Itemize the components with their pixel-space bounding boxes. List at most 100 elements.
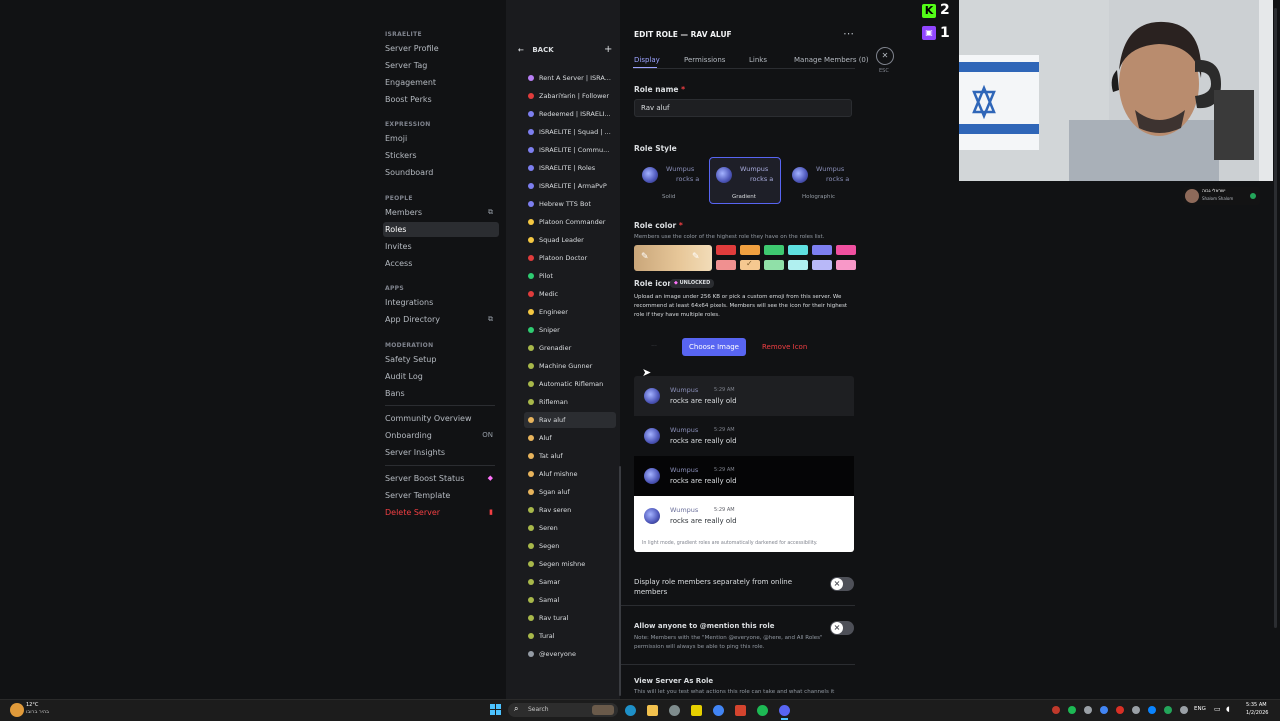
tray-icon[interactable]	[1116, 706, 1124, 714]
sidebar-item-server-boost-status[interactable]: Server Boost Status ◆	[385, 471, 497, 486]
edge-icon[interactable]	[625, 705, 636, 716]
role-item[interactable]: ZabariYarin | Follower	[528, 88, 614, 104]
role-item[interactable]: Sgan aluf	[528, 484, 614, 500]
tray-icon[interactable]	[1148, 706, 1156, 714]
tab-display[interactable]: Display	[634, 56, 660, 64]
color-swatch[interactable]	[764, 245, 784, 255]
tray-spotify-icon[interactable]	[1068, 706, 1076, 714]
role-item[interactable]: Rent A Server | ISRA...	[528, 70, 614, 86]
sidebar-item-app-directory[interactable]: App Directory ⧉	[385, 312, 497, 327]
app-icon-red[interactable]	[735, 705, 746, 716]
sidebar-item-access[interactable]: Access	[385, 256, 497, 271]
clock-date[interactable]: 1/2/2026	[1246, 710, 1268, 716]
custom-color-picker[interactable]: ✎ ✎	[634, 245, 712, 271]
role-item[interactable]: Pilot	[528, 268, 614, 284]
language-indicator[interactable]: ENG	[1194, 706, 1206, 712]
color-swatch[interactable]	[836, 245, 856, 255]
style-option-gradient[interactable]: Wumpus rocks a Gradient	[709, 157, 781, 204]
close-icon[interactable]: ✕	[876, 47, 894, 65]
more-options-icon[interactable]: ⋯	[843, 27, 854, 40]
color-swatch[interactable]	[788, 260, 808, 270]
tab-manage-members[interactable]: Manage Members (0)	[794, 56, 869, 64]
volume-icon[interactable]: ◖	[1226, 705, 1230, 713]
sidebar-item-server-template[interactable]: Server Template	[385, 488, 497, 503]
style-option-solid[interactable]: Wumpus rocks a Solid	[636, 158, 706, 203]
role-item[interactable]: Squad Leader	[528, 232, 614, 248]
sidebar-item-roles[interactable]: Roles	[383, 222, 499, 237]
role-item[interactable]: Samal	[528, 592, 614, 608]
display-separately-toggle[interactable]: ×	[830, 577, 854, 591]
role-item[interactable]: Grenadier	[528, 340, 614, 356]
role-item[interactable]: Redeemed | ISRAELI...	[528, 106, 614, 122]
role-item[interactable]: Medic	[528, 286, 614, 302]
role-item[interactable]: Automatic Rifleman	[528, 376, 614, 392]
sidebar-item-onboarding[interactable]: Onboarding ON	[385, 428, 497, 443]
role-item[interactable]: @everyone	[528, 646, 614, 662]
app-icon[interactable]	[691, 705, 702, 716]
role-item[interactable]: Rav tural	[528, 610, 614, 626]
role-name-input[interactable]	[634, 99, 852, 117]
role-item[interactable]: Engineer	[528, 304, 614, 320]
sidebar-item-integrations[interactable]: Integrations	[385, 295, 497, 310]
role-item[interactable]: Rav seren	[528, 502, 614, 518]
color-swatch[interactable]	[716, 260, 736, 270]
style-option-holographic[interactable]: Wumpus rocks a Holographic	[786, 158, 856, 203]
settings-icon[interactable]	[669, 705, 680, 716]
role-item[interactable]: ISRAELITE | ArmaPvP	[528, 178, 614, 194]
role-item[interactable]: Sniper	[528, 322, 614, 338]
create-role-button[interactable]: +	[604, 44, 612, 55]
windows-start-icon[interactable]	[490, 704, 502, 716]
sidebar-item-server-tag[interactable]: Server Tag	[385, 58, 497, 73]
sidebar-item-stickers[interactable]: Stickers	[385, 148, 497, 163]
tab-links[interactable]: Links	[749, 56, 767, 64]
color-swatch[interactable]	[764, 260, 784, 270]
back-button[interactable]: ← BACK	[518, 46, 554, 54]
sidebar-item-members[interactable]: Members ⧉	[385, 205, 497, 220]
role-item[interactable]: ISRAELITE | Roles	[528, 160, 614, 176]
role-item[interactable]: Aluf	[528, 430, 614, 446]
color-swatch[interactable]	[716, 245, 736, 255]
main-scrollbar[interactable]	[1274, 8, 1277, 628]
role-item[interactable]: ISRAELITE | Commu...	[528, 142, 614, 158]
file-explorer-icon[interactable]	[647, 705, 658, 716]
tray-icon[interactable]	[1052, 706, 1060, 714]
spotify-icon[interactable]	[757, 705, 768, 716]
color-swatch[interactable]	[812, 260, 832, 270]
role-item[interactable]: Tat aluf	[528, 448, 614, 464]
tray-icon[interactable]	[1132, 706, 1140, 714]
role-item[interactable]: Aluf mishne	[528, 466, 614, 482]
sidebar-item-audit-log[interactable]: Audit Log	[385, 369, 497, 384]
sidebar-item-server-profile[interactable]: Server Profile	[385, 41, 497, 56]
monitor-icon[interactable]: ▭	[1214, 705, 1221, 713]
role-item[interactable]: Rifleman	[528, 394, 614, 410]
clock-time[interactable]: 5:35 AM	[1246, 702, 1267, 708]
sidebar-item-engagement[interactable]: Engagement	[385, 75, 497, 90]
sidebar-item-community-overview[interactable]: Community Overview	[385, 411, 497, 426]
color-swatch[interactable]	[812, 245, 832, 255]
sidebar-item-bans[interactable]: Bans	[385, 386, 497, 401]
role-item[interactable]: Platoon Commander	[528, 214, 614, 230]
sidebar-item-server-insights[interactable]: Server Insights	[385, 445, 497, 460]
role-item[interactable]: ISRAELITE | Squad | ...	[528, 124, 614, 140]
role-item[interactable]: Machine Gunner	[528, 358, 614, 374]
sidebar-item-invites[interactable]: Invites	[385, 239, 497, 254]
mention-toggle[interactable]: ×	[830, 621, 854, 635]
color-swatch[interactable]	[788, 245, 808, 255]
color-swatch[interactable]	[836, 260, 856, 270]
choose-image-button[interactable]: Choose Image	[682, 338, 746, 356]
chrome-icon[interactable]	[713, 705, 724, 716]
role-item[interactable]: Samar	[528, 574, 614, 590]
color-swatch[interactable]: ✓	[740, 259, 760, 270]
color-swatch[interactable]	[740, 245, 760, 255]
role-item[interactable]: Platoon Doctor	[528, 250, 614, 266]
sidebar-item-soundboard[interactable]: Soundboard	[385, 165, 497, 180]
tray-icon[interactable]	[1180, 706, 1188, 714]
tray-icon[interactable]	[1084, 706, 1092, 714]
weather-icon[interactable]	[10, 703, 24, 717]
tray-icon[interactable]	[1100, 706, 1108, 714]
role-item[interactable]: Hebrew TTS Bot	[528, 196, 614, 212]
role-item[interactable]: Segen	[528, 538, 614, 554]
role-item[interactable]: Segen mishne	[528, 556, 614, 572]
sidebar-item-safety-setup[interactable]: Safety Setup	[385, 352, 497, 367]
tab-permissions[interactable]: Permissions	[684, 56, 725, 64]
